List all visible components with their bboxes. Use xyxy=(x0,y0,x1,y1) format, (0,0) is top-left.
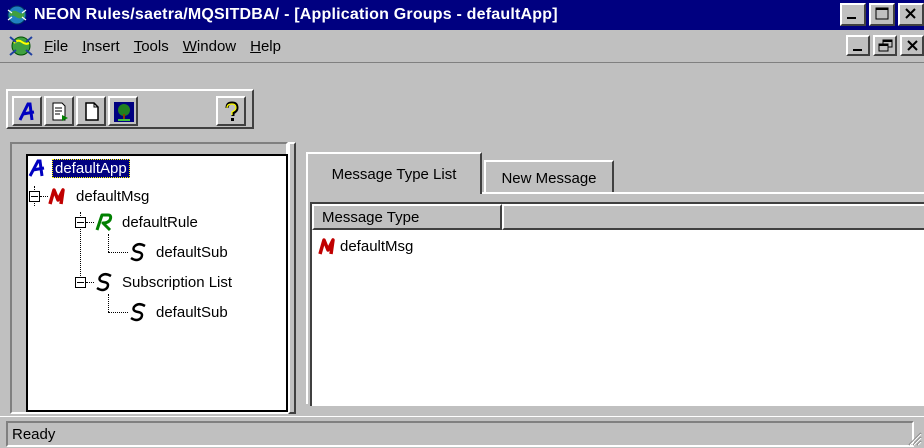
tree-node-defaultSub-2[interactable]: defaultSub xyxy=(128,300,230,324)
tree-node-label: defaultApp xyxy=(52,158,130,178)
tree-node-label: defaultSub xyxy=(156,243,228,261)
column-header-blank[interactable] xyxy=(502,204,924,230)
maximize-button[interactable] xyxy=(869,3,895,26)
close-button[interactable] xyxy=(898,3,924,26)
menu-help[interactable]: Help xyxy=(250,38,281,55)
restore-icon xyxy=(878,39,893,52)
menu-file[interactable]: File xyxy=(44,38,68,55)
tree-node-label: Subscription List xyxy=(122,273,233,291)
window-title: NEON Rules/saetra/MQSITDBA/ - [Applicati… xyxy=(34,6,558,23)
tree-pane: defaultApp defaultMsg defaultRule defaul… xyxy=(10,142,288,414)
tab-message-type-list[interactable]: Message Type List xyxy=(306,152,482,194)
menu-tools[interactable]: Tools xyxy=(134,38,169,55)
tree-icon xyxy=(114,102,134,122)
list-item[interactable]: defaultMsg xyxy=(318,234,413,258)
application-A-icon xyxy=(28,159,45,177)
child-minimize-button[interactable] xyxy=(846,35,870,56)
toolbar-tree-button[interactable] xyxy=(108,96,138,126)
menu-window[interactable]: Window xyxy=(183,38,236,55)
toolbar xyxy=(0,62,924,142)
status-text: Ready xyxy=(12,425,56,443)
tree-node-subscription-list[interactable]: Subscription List xyxy=(94,270,234,294)
rule-R-icon xyxy=(95,213,113,232)
column-header-label: Message Type xyxy=(322,208,420,226)
subscription-S-icon xyxy=(130,303,146,322)
tree-node-defaultRule[interactable]: defaultRule xyxy=(94,210,200,234)
tab-label: New Message xyxy=(501,169,597,187)
status-panel: Ready xyxy=(6,421,914,447)
message-M-icon xyxy=(318,238,335,255)
application-tree[interactable]: defaultApp defaultMsg defaultRule defaul… xyxy=(26,154,288,412)
neon-globe-icon xyxy=(7,5,27,25)
message-type-list[interactable]: Message Type defaultMsg xyxy=(310,202,924,406)
new-document-icon xyxy=(85,102,99,121)
application-icon xyxy=(18,102,35,121)
title-bar[interactable]: NEON Rules/saetra/MQSITDBA/ - [Applicati… xyxy=(0,0,924,30)
tab-panel: Message Type defaultMsg xyxy=(306,192,924,406)
column-header-message-type[interactable]: Message Type xyxy=(312,204,502,230)
tree-node-label: defaultRule xyxy=(122,213,198,231)
collapse-toggle-subscription-list[interactable] xyxy=(75,277,86,288)
minimize-icon xyxy=(853,49,862,51)
toolbar-application-button[interactable] xyxy=(12,96,42,126)
help-question-icon xyxy=(225,101,239,121)
status-bar: Ready xyxy=(0,416,924,448)
tree-node-label: defaultSub xyxy=(156,303,228,321)
toolbar-new-document-button[interactable] xyxy=(76,96,106,126)
close-icon xyxy=(905,8,916,19)
document-arrow-icon xyxy=(52,102,68,121)
child-close-button[interactable] xyxy=(900,35,924,56)
pane-splitter[interactable] xyxy=(288,142,296,414)
detail-pane: Message Type List New Message Message Ty… xyxy=(296,142,924,414)
menu-bar: File Insert Tools Window Help xyxy=(0,30,924,62)
subscription-S-icon xyxy=(130,243,146,262)
menu-insert[interactable]: Insert xyxy=(82,38,120,55)
close-icon xyxy=(907,40,918,51)
message-M-icon xyxy=(48,188,65,205)
toolbar-help-button[interactable] xyxy=(216,96,246,126)
tree-node-label: defaultMsg xyxy=(76,187,150,205)
tree-node-defaultMsg[interactable]: defaultMsg xyxy=(48,184,151,208)
maximize-icon xyxy=(875,7,889,20)
tree-node-defaultSub[interactable]: defaultSub xyxy=(128,240,230,264)
document-globe-icon[interactable] xyxy=(8,33,34,59)
subscription-S-icon xyxy=(96,273,112,292)
tab-label: Message Type List xyxy=(331,165,457,183)
toolbar-document-arrow-button[interactable] xyxy=(44,96,74,126)
minimize-icon xyxy=(847,17,856,19)
child-restore-button[interactable] xyxy=(873,35,897,56)
tree-node-defaultApp[interactable]: defaultApp xyxy=(28,156,130,180)
tab-new-message[interactable]: New Message xyxy=(484,160,614,194)
minimize-button[interactable] xyxy=(840,3,866,26)
toolbar-strip xyxy=(6,89,254,129)
collapse-toggle-defaultRule[interactable] xyxy=(75,217,86,228)
resize-grip-icon[interactable] xyxy=(906,430,922,446)
list-item-label: defaultMsg xyxy=(340,237,414,255)
collapse-toggle-defaultMsg[interactable] xyxy=(29,191,40,202)
